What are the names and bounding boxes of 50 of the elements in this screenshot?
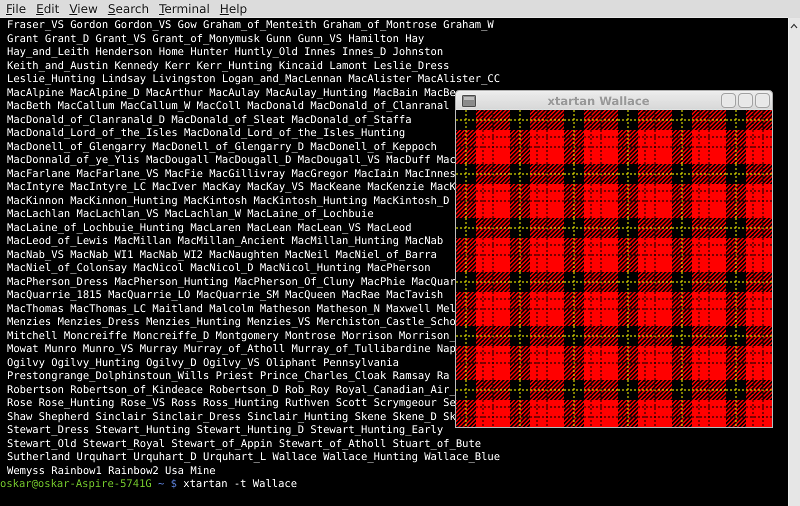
terminal-line: MacDonald_of_Clanranald_D MacDonald_of_Sleat MacDonald_of_Staffa: [7, 114, 412, 127]
terminal-line: MacKinnon MacKinnon_Hunting MacKintosh MacKintosh_Hunting MacKintosh_D: [7, 194, 450, 208]
terminal-line: MacFarlane MacFarlane_VS MacFie MacGillivray MacGregor MacIain MacInnes: [7, 168, 456, 181]
terminal-line: Hay_and_Leith Henderson Home Hunter Huntly_Old Innes Innes_D Johnston: [7, 46, 444, 60]
prompt-user-host: oskar@oskar-Aspire-5741G: [0, 478, 152, 492]
terminal-line: MacDonnald_of_ye_Ylis MacDougall MacDougall_D MacDougall_VS MacDuff Mac: [7, 154, 456, 168]
terminal-line: MacAlpine MacAlpine_D MacArthur MacAulay MacAulay_Hunting MacBain MacBe: [7, 86, 456, 100]
terminal-line: MacNiel_of_Colonsay MacNicol MacNicol_D MacNicol_Hunting MacPherson: [7, 262, 431, 276]
terminal-line: Grant Grant_D Grant_VS Grant_of_Monymusk Gunn Gunn_VS Hamilton Hay: [7, 32, 424, 46]
terminal-line: MacPherson_Dress MacPherson_Hunting MacPherson_Of_Cluny MacPhie MacQuar: [7, 276, 456, 289]
terminal-line: Keith_and_Austin Kennedy Kerr Kerr_Hunting Kincaid Lamont Leslie_Dress: [7, 60, 450, 73]
window-icon: [462, 94, 476, 106]
terminal-line: MacQuarrie_1815 MacQuarrie_LO MacQuarrie_SM MacQueen MacRae MacTavish: [7, 289, 444, 302]
terminal-line: Mowat Munro Munro_VS Murray Murray_of_Atholl Murray_of_Tullibardine Nap: [7, 343, 456, 356]
menu-item[interactable]: Edit: [33, 2, 66, 16]
window-title: xtartan Wallace: [546, 94, 651, 108]
terminal-line: MacLachlan MacLachlan_VS MacLachlan_W MacLaine_of_Lochbuie: [7, 208, 374, 222]
terminal-line: MacDonald_Lord_of_the_Isles MacDonald_Lord_of_the_Isles_Hunting: [7, 127, 406, 140]
terminal-line: Mitchell Moncreiffe Moncreiffe_D Montgomery Montrose Morrison Morrison_: [7, 330, 456, 343]
terminal-line: Wemyss Rainbow1 Rainbow2 Usa Mine: [7, 464, 216, 478]
prompt-symbol: $: [170, 478, 177, 492]
terminal-line: Menzies Menzies_Dress Menzies_Hunting Menzies_VS Merchiston_Castle_Scho: [7, 316, 456, 330]
terminal-line: Stewart_Dress Stewart_Hunting Stewart_Hunting_D Stewart_Hunting_Early: [7, 424, 444, 438]
terminal-line: Shaw Shepherd Sinclair Sinclair_Dress Sinclair_Hunting Skene Skene_D Sk: [7, 410, 456, 424]
terminal-line: Prestongrange_Dolphinstoun_Wills Priest Prince_Charles_Cloak Ramsay Ra: [7, 370, 450, 384]
menu-item[interactable]: Terminal: [156, 2, 217, 16]
terminal-line: Robertson Robertson_of_Kindeace Robertson_D Rob_Roy Royal_Canadian_Air_: [7, 384, 456, 397]
prompt-path: ~: [158, 478, 164, 492]
menu-item[interactable]: File: [3, 2, 34, 16]
terminal-line: MacDonell_of_Glengarry MacDonell_of_Glengarry_D MacDonell_of_Keppoch: [7, 140, 437, 154]
terminal-line: MacThomas MacThomas_LC Maitland Malcolm Matheson Matheson_N Maxwell Mel: [7, 302, 456, 316]
menu-item[interactable]: Search: [104, 2, 156, 16]
menu-item[interactable]: Help: [216, 2, 254, 16]
terminal-line: Ogilvy Ogilvy_Hunting Ogilvy_D Ogilvy_VS Oliphant Pennsylvania: [7, 356, 399, 370]
terminal-line: Rose Rose_Hunting Rose_VS Ross Ross_Hunting Ruthven Scott Scrymgeour Se: [7, 397, 456, 410]
terminal-line: MacNab_VS MacNab_WI1 MacNab_WI2 MacNaughten MacNeil MacNiel_of_Barra: [7, 248, 437, 262]
terminal-line: Sutherland Urquhart Urquhart_D Urquhart_L Wallace Wallace_Hunting Wallace_Blue: [7, 451, 500, 464]
terminal-line: MacLeod_of_Lewis MacMillan MacMillan_Ancient MacMillan_Hunting MacNab: [7, 235, 444, 248]
terminal-line: MacBeth MacCallum MacCallum_W MacColl MacDonald MacDonald_of_Clanranal: [7, 100, 450, 114]
terminal-line: Leslie_Hunting Lindsay Livingston Logan_and_MacLennan MacAlister MacAlister_CC: [7, 73, 500, 86]
close-button[interactable]: [755, 93, 770, 108]
terminal-line: MacLaine_of_Lochbuie_Hunting MacLaren MacLean MacLean_VS MacLeod: [7, 222, 412, 235]
terminal-line: MacIntyre MacIntyre_LC MacIver MacKay MacKay_VS MacKeane MacKenzie MacK: [7, 181, 456, 194]
terminal-line: Stewart_Old Stewart_Royal Stewart_of_Appin Stewart_of_Atholl Stuart_of_Bute: [7, 438, 482, 451]
menu-item[interactable]: View: [66, 2, 105, 16]
command-text: xtartan -t Wallace: [183, 478, 298, 492]
scrollbar[interactable]: [788, 18, 800, 506]
maximize-button[interactable]: [738, 93, 753, 108]
minimize-button[interactable]: [721, 93, 736, 108]
terminal-line: Fraser_VS Gordon Gordon_VS Gow Graham_of_Menteith Graham_of_Montrose Graham_W: [7, 19, 494, 32]
